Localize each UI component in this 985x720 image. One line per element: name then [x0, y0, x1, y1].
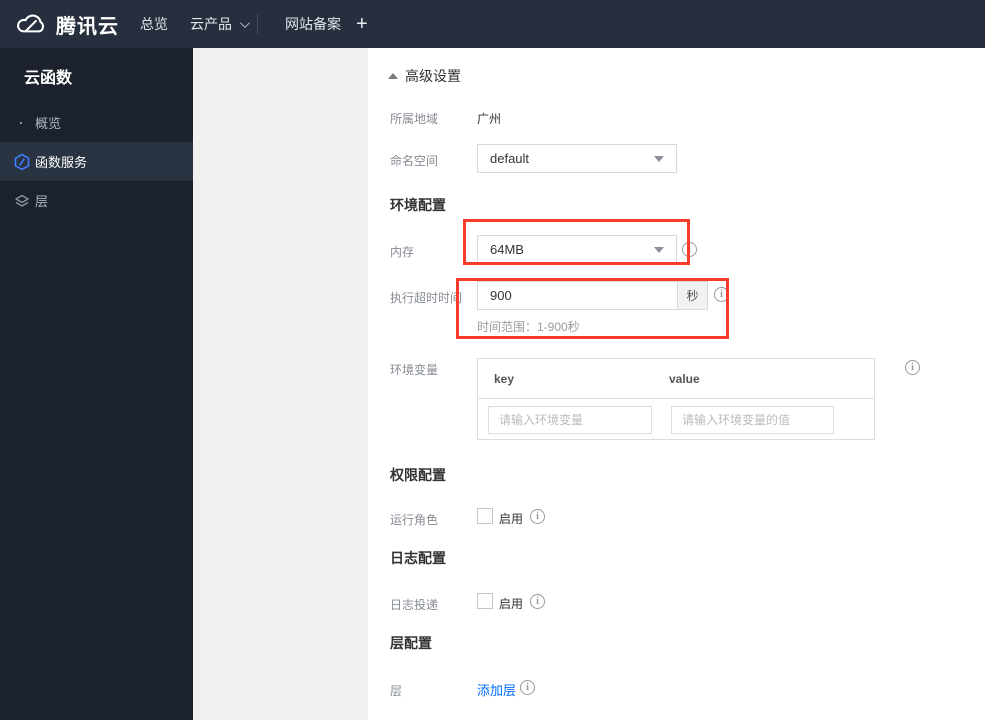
env-value-input[interactable] — [671, 406, 834, 434]
namespace-selected-value: default — [490, 151, 530, 166]
timeout-hint: 时间范围：1-900秒 — [477, 320, 580, 334]
timeout-input[interactable] — [478, 282, 677, 309]
add-layer-link[interactable]: 添加层 — [477, 680, 516, 699]
section-env-config: 环境配置 — [390, 197, 446, 213]
tencent-cloud-console: 腾讯云 总览 云产品 网站备案 + 云函数 概览 函数服务 层 高级设置 所属地… — [0, 0, 985, 720]
namespace-select[interactable]: default — [477, 144, 677, 173]
add-layer-info-icon[interactable] — [520, 680, 535, 695]
chevron-down-icon — [239, 17, 250, 28]
log-delivery-checkbox[interactable] — [477, 593, 493, 609]
function-service-icon — [13, 153, 31, 171]
sidebar-item-label: 概览 — [35, 116, 62, 131]
layer-label: 层 — [390, 684, 403, 698]
main-content: 高级设置 所属地域 广州 命名空间 default 环境配置 内存 64MB 执… — [368, 48, 985, 720]
timeout-input-group: 秒 — [477, 281, 708, 310]
env-key-input[interactable] — [488, 406, 652, 434]
sidebar-item-function-service[interactable]: 函数服务 — [0, 142, 193, 181]
section-log-config: 日志配置 — [390, 550, 446, 566]
secondary-panel — [193, 48, 368, 720]
namespace-label: 命名空间 — [390, 154, 439, 168]
env-key-header: key — [494, 372, 515, 386]
overview-grid-icon — [13, 114, 31, 132]
timeout-info-icon[interactable] — [714, 287, 729, 302]
run-role-checkbox[interactable] — [477, 508, 493, 524]
region-label: 所属地域 — [390, 112, 439, 126]
run-role-enable-label: 启用 — [499, 512, 524, 526]
caret-down-icon — [654, 246, 664, 253]
add-tab-button[interactable]: + — [356, 0, 368, 48]
advanced-settings-toggle[interactable]: 高级设置 — [388, 66, 461, 86]
sidebar-item-layers[interactable]: 层 — [0, 181, 193, 220]
env-value-header: value — [669, 372, 700, 386]
cloud-logo-icon — [14, 12, 48, 36]
region-value: 广州 — [477, 112, 502, 126]
top-navbar: 腾讯云 总览 云产品 网站备案 + — [0, 0, 985, 48]
log-delivery-label: 日志投递 — [390, 598, 439, 612]
sidebar-title: 云函数 — [24, 70, 73, 87]
nav-item-label: 云产品 — [190, 16, 232, 32]
nav-item-overview[interactable]: 总览 — [140, 0, 168, 48]
log-delivery-info-icon[interactable] — [530, 594, 545, 609]
env-vars-label: 环境变量 — [390, 363, 439, 377]
run-role-info-icon[interactable] — [530, 509, 545, 524]
section-permission-config: 权限配置 — [390, 467, 446, 483]
env-vars-table: key value — [477, 358, 875, 440]
brand-logo[interactable]: 腾讯云 — [14, 0, 119, 48]
sidebar-item-label: 层 — [35, 194, 49, 209]
sidebar-item-label: 函数服务 — [35, 155, 88, 170]
memory-selected-value: 64MB — [490, 242, 524, 257]
sidebar: 云函数 概览 函数服务 层 — [0, 48, 193, 720]
nav-divider — [257, 14, 258, 34]
run-role-label: 运行角色 — [390, 513, 439, 527]
nav-item-label: 网站备案 — [285, 16, 341, 32]
env-vars-info-icon[interactable] — [905, 360, 920, 375]
memory-select[interactable]: 64MB — [477, 235, 677, 264]
timeout-unit-addon: 秒 — [677, 282, 707, 309]
sidebar-item-overview[interactable]: 概览 — [0, 103, 193, 142]
env-vars-table-header: key value — [478, 359, 874, 399]
memory-info-icon[interactable] — [682, 242, 697, 257]
timeout-label: 执行超时时间 — [390, 291, 463, 305]
nav-item-products[interactable]: 云产品 — [190, 0, 250, 48]
log-delivery-enable-label: 启用 — [499, 597, 524, 611]
caret-down-icon — [654, 155, 664, 162]
layers-icon — [13, 192, 31, 210]
brand-name: 腾讯云 — [56, 15, 119, 38]
nav-item-label: 总览 — [140, 16, 168, 32]
section-layer-config: 层配置 — [390, 635, 432, 651]
memory-label: 内存 — [390, 245, 415, 259]
nav-item-icp[interactable]: 网站备案 — [285, 0, 341, 48]
collapse-arrow-icon — [388, 73, 398, 79]
advanced-settings-label: 高级设置 — [405, 68, 461, 84]
